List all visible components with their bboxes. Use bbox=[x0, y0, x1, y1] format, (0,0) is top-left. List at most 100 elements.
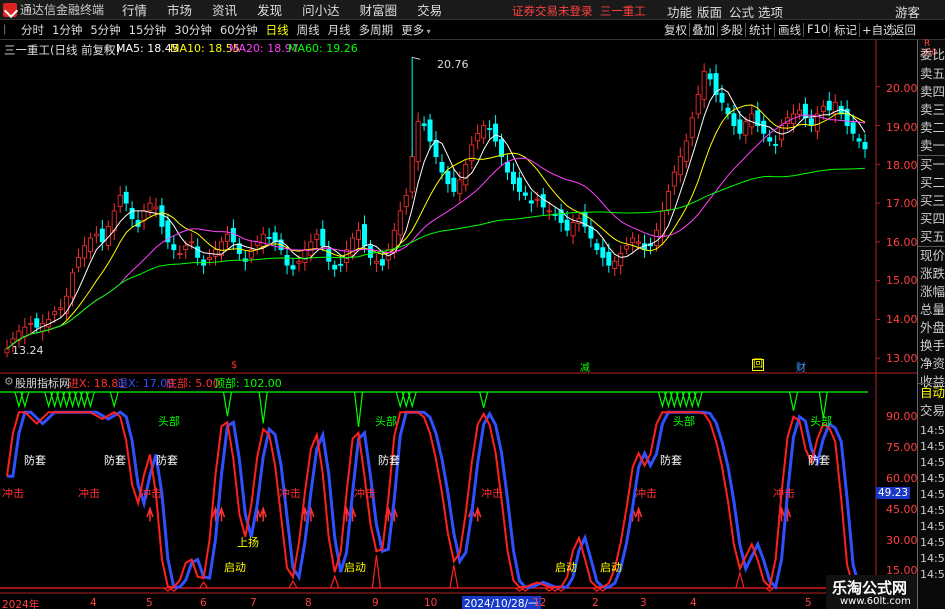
sidebar-buy5[interactable]: 买五 bbox=[920, 228, 945, 245]
signal-qidong: 启动 bbox=[224, 561, 246, 574]
sidebar-turnover[interactable]: 换手 bbox=[920, 337, 945, 354]
sidebar-sell3[interactable]: 卖三 bbox=[920, 101, 945, 118]
period-monthly[interactable]: 月线 bbox=[324, 22, 355, 38]
event-marker-reduce[interactable]: 减 bbox=[580, 359, 590, 374]
candle-body bbox=[296, 260, 302, 264]
candle-body bbox=[773, 144, 779, 146]
event-marker-finance[interactable]: 财 bbox=[796, 359, 806, 374]
tick-time: 14:56 bbox=[920, 424, 945, 437]
menu-formula[interactable]: 公式 bbox=[729, 2, 754, 21]
menu-options[interactable]: 选项 bbox=[758, 2, 783, 21]
candle-body bbox=[213, 249, 219, 257]
kline-chart[interactable] bbox=[0, 40, 917, 609]
candle-body bbox=[367, 245, 373, 258]
watermark: 乐淘公式网 www.60lt.com bbox=[826, 575, 917, 609]
top-signal-spike bbox=[479, 391, 489, 408]
menu-ask[interactable]: 问小达 bbox=[302, 0, 340, 19]
menu-wealth[interactable]: 财富圈 bbox=[360, 0, 398, 19]
date-label: 10 bbox=[424, 597, 438, 609]
candle-body bbox=[612, 260, 618, 269]
indicator-gear-icon[interactable]: ⚙ bbox=[4, 375, 14, 388]
period-5min[interactable]: 5分钟 bbox=[86, 22, 124, 38]
sidebar-volume[interactable]: 总量 bbox=[920, 301, 945, 318]
back-button[interactable]: 返回 bbox=[893, 22, 916, 38]
candle-body bbox=[230, 228, 236, 243]
broker-status[interactable]: 证券交易未登录 三一重工 bbox=[512, 3, 646, 19]
signal-fangtao: 防套 bbox=[104, 454, 126, 467]
sidebar-weibi[interactable]: 委比 bbox=[920, 46, 945, 63]
period-more[interactable]: 更多 ▾ bbox=[397, 22, 435, 38]
candle-body bbox=[802, 103, 808, 119]
gear-icon[interactable]: ⚙ bbox=[103, 42, 113, 55]
candle-body bbox=[630, 237, 636, 244]
multi-stock-button[interactable]: 多股 bbox=[720, 22, 743, 38]
mark-button[interactable]: 标记 bbox=[834, 22, 857, 38]
candle-body bbox=[636, 241, 642, 244]
menu-market[interactable]: 市场 bbox=[167, 0, 192, 19]
stats-button[interactable]: 统计 bbox=[749, 22, 772, 38]
indicator-name[interactable]: 股朋指标网 bbox=[15, 375, 70, 391]
sidebar-buy1[interactable]: 买一 bbox=[920, 156, 945, 173]
period-weekly[interactable]: 周线 bbox=[293, 22, 324, 38]
candle-body bbox=[4, 348, 10, 354]
signal-toubu: 头部 bbox=[375, 415, 397, 428]
candle-body bbox=[475, 132, 481, 142]
period-daily[interactable]: 日线 bbox=[262, 22, 293, 38]
crosshair-date: 2024/10/28/一 bbox=[462, 596, 541, 609]
menu-trade[interactable]: 交易 bbox=[417, 0, 442, 19]
sidebar-sell1[interactable]: 卖一 bbox=[920, 137, 945, 154]
chevron-down-icon: ▾ bbox=[424, 26, 431, 36]
add-watchlist-button[interactable]: +自选 bbox=[862, 22, 895, 38]
fuquan-button[interactable]: 复权 bbox=[664, 22, 687, 38]
candle-body bbox=[850, 122, 856, 134]
menu-quotes[interactable]: 行情 bbox=[122, 0, 147, 19]
sidebar-buy4[interactable]: 买四 bbox=[920, 210, 945, 227]
rise-arrow bbox=[634, 506, 643, 522]
overlay-button[interactable]: 叠加 bbox=[692, 22, 715, 38]
menu-layout[interactable]: 版面 bbox=[697, 2, 722, 21]
f10-button[interactable]: F10 bbox=[807, 22, 828, 36]
sidebar-buy2[interactable]: 买二 bbox=[920, 174, 945, 191]
sidebar-change-pct[interactable]: 涨幅 bbox=[920, 283, 945, 300]
menu-news[interactable]: 资讯 bbox=[212, 0, 237, 19]
candle-body bbox=[362, 224, 367, 247]
date-label: 4 bbox=[90, 597, 97, 609]
sidebar-change[interactable]: 涨跌 bbox=[920, 265, 945, 282]
event-marker-buyback[interactable]: 回 bbox=[752, 359, 764, 371]
period-30min[interactable]: 30分钟 bbox=[170, 22, 216, 38]
candle-body bbox=[856, 138, 862, 142]
period-fenshi[interactable]: 分时 bbox=[17, 22, 48, 38]
sidebar-tab-trade[interactable]: 交易 bbox=[920, 402, 945, 419]
user-guest[interactable]: 游客 bbox=[895, 2, 920, 21]
price-tick: 19.00 bbox=[886, 121, 918, 134]
candle-body bbox=[671, 171, 677, 187]
period-60min[interactable]: 60分钟 bbox=[216, 22, 262, 38]
period-15min[interactable]: 15分钟 bbox=[125, 22, 171, 38]
menu-discover[interactable]: 发现 bbox=[257, 0, 282, 19]
sidebar-buy3[interactable]: 买三 bbox=[920, 192, 945, 209]
sidebar-sell2[interactable]: 卖二 bbox=[920, 119, 945, 136]
candle-body bbox=[826, 100, 832, 111]
bottom-signal-spike bbox=[449, 565, 459, 589]
sidebar-sell4[interactable]: 卖四 bbox=[920, 83, 945, 100]
sidebar-price[interactable]: 现价 bbox=[920, 247, 945, 264]
high-pointer bbox=[412, 56, 421, 60]
candle-body bbox=[481, 125, 487, 139]
tick-time: 14:56 bbox=[920, 520, 945, 533]
candle-body bbox=[570, 222, 576, 237]
period-1min[interactable]: 1分钟 bbox=[48, 22, 86, 38]
sidebar-netasset[interactable]: 净资 bbox=[920, 355, 945, 372]
candle-body bbox=[272, 232, 278, 243]
sidebar-sell5[interactable]: 卖五 bbox=[920, 65, 945, 82]
date-label: 5 bbox=[805, 597, 812, 609]
period-multi[interactable]: 多周期 bbox=[355, 22, 398, 38]
event-marker-dividend[interactable]: $ bbox=[231, 360, 237, 371]
menu-function[interactable]: 功能 bbox=[667, 2, 692, 21]
collapse-icon[interactable]: | bbox=[3, 24, 17, 35]
draw-line-button[interactable]: 画线 bbox=[778, 22, 801, 38]
title-bar: 通达信金融终端 行情 市场 资讯 发现 问小达 财富圈 交易 证券交易未登录 三… bbox=[0, 0, 945, 20]
sidebar-outer[interactable]: 外盘 bbox=[920, 319, 945, 336]
price-tick: 14.00 bbox=[886, 313, 918, 326]
sidebar-tab-auto[interactable]: 自动 bbox=[920, 384, 945, 401]
candle-body bbox=[767, 137, 773, 142]
